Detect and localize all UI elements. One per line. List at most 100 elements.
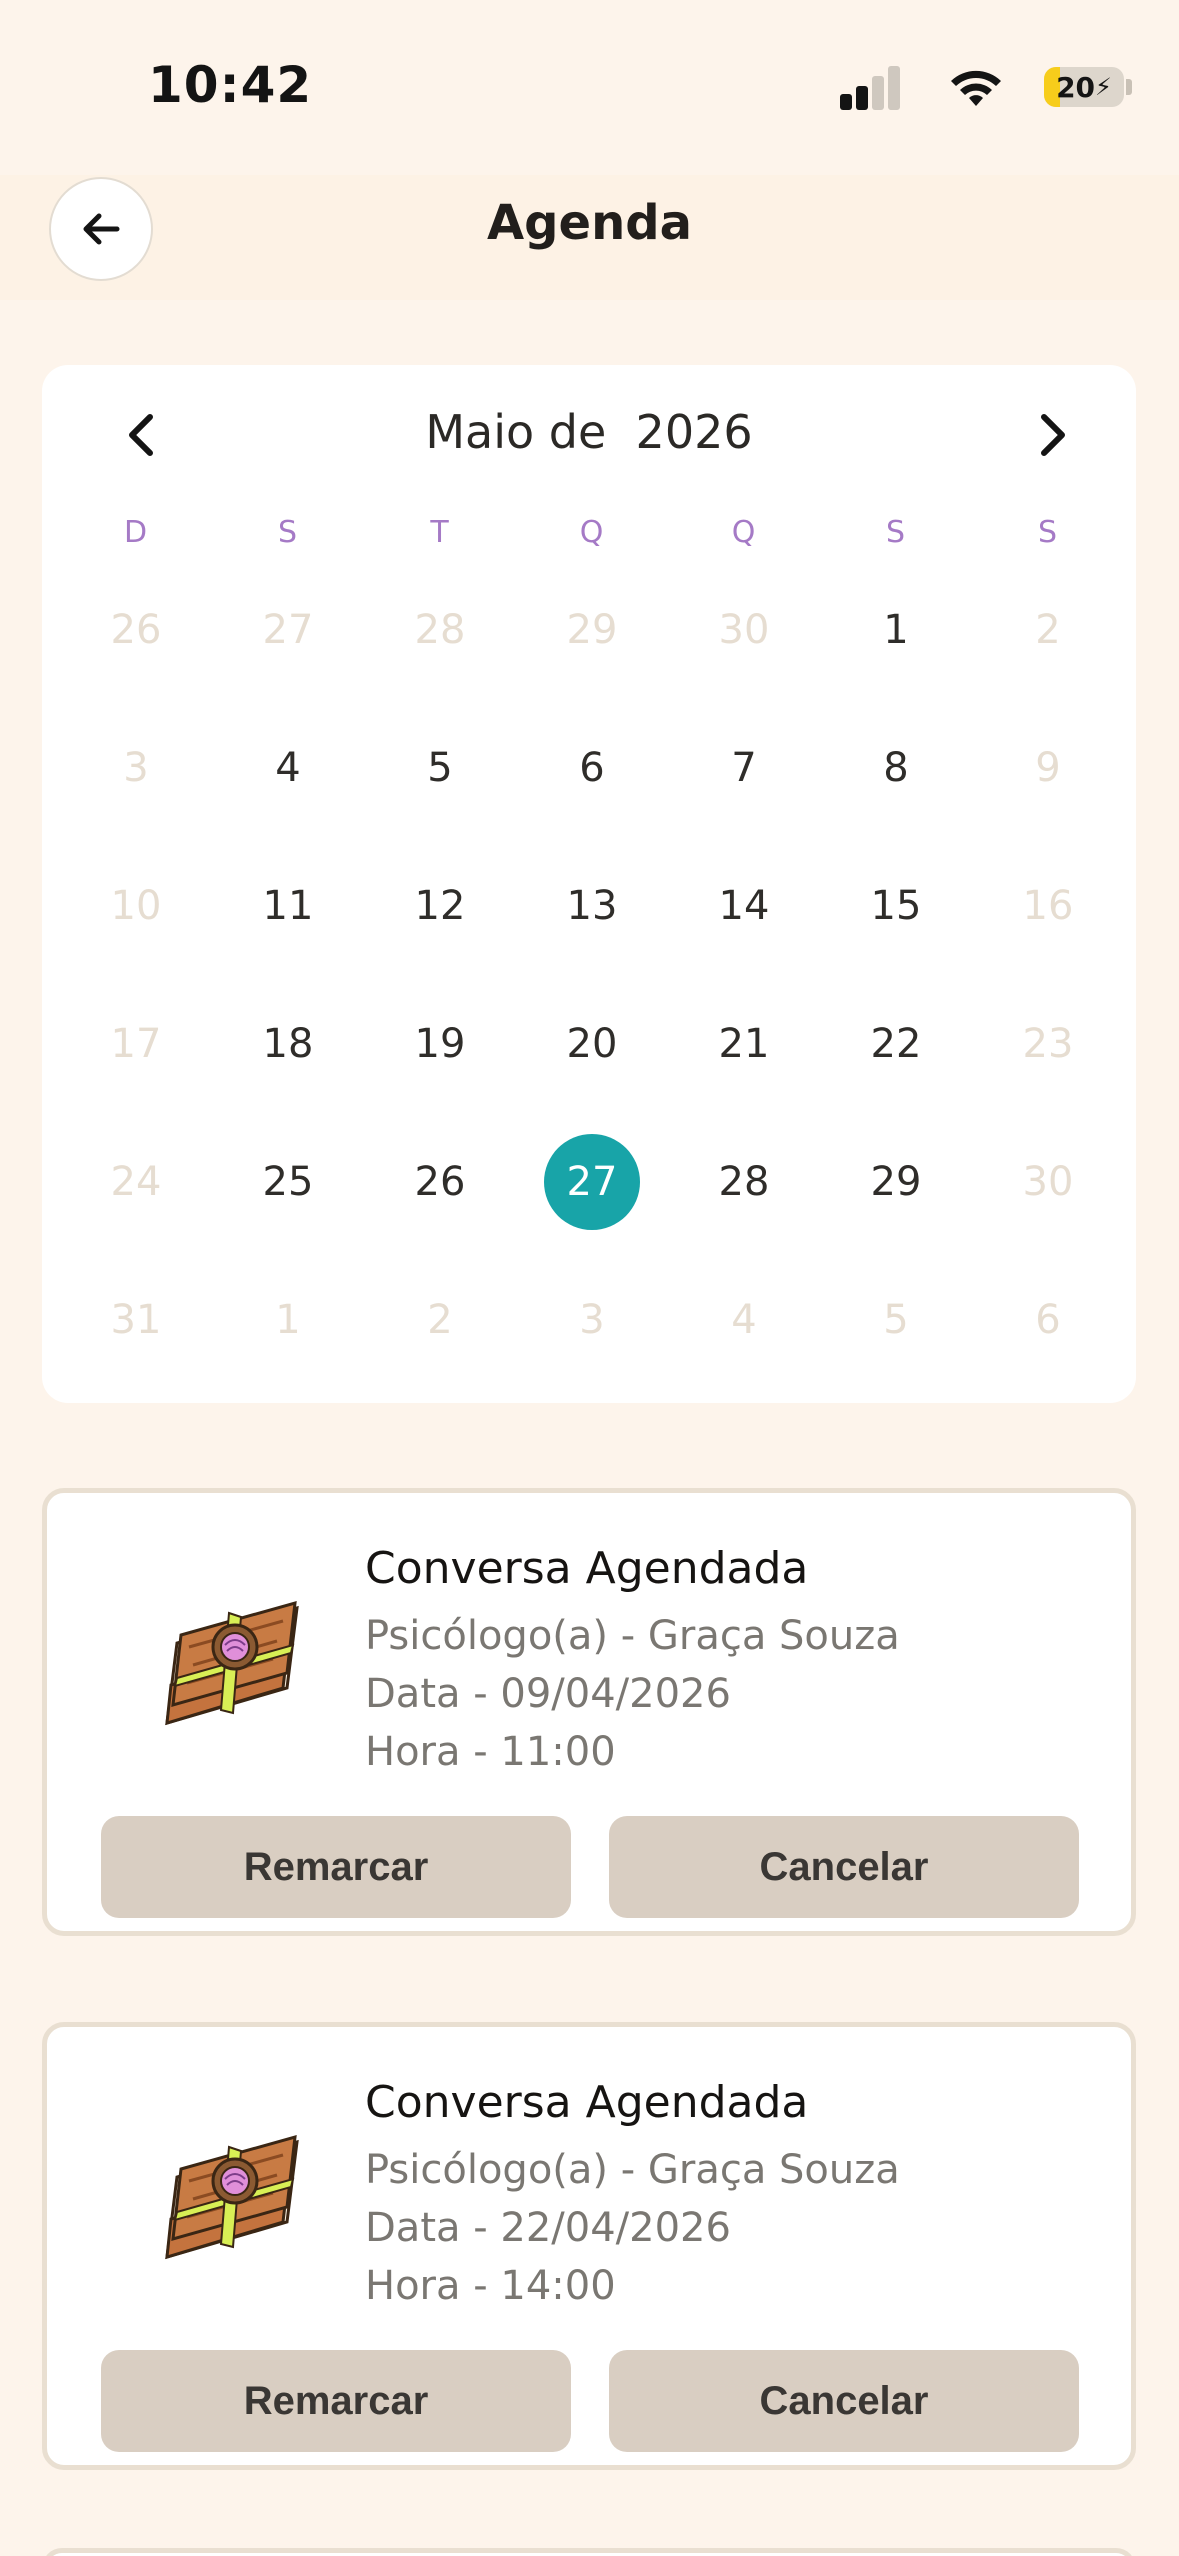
calendar-day-label: 23 — [1022, 1021, 1074, 1067]
calendar-day-label: 5 — [427, 745, 453, 791]
calendar-day: 1 — [212, 1251, 364, 1389]
calendar-day: 17 — [60, 975, 212, 1113]
calendar-day: 29 — [516, 561, 668, 699]
calendar-days-grid: 26 27 28 29 30 1 2 3 4 5 6 7 8 9 10 11 12 13 14 15 16 17 18 19 2… — [60, 561, 1124, 1389]
calendar-day-label: 14 — [718, 883, 770, 929]
calendar-day: 31 — [60, 1251, 212, 1389]
calendar-day[interactable]: 14 — [668, 837, 820, 975]
calendar-day-label: 26 — [110, 607, 162, 653]
calendar-day: 26 — [60, 561, 212, 699]
header: Agenda — [0, 175, 1179, 300]
calendar-day: 30 — [668, 561, 820, 699]
calendar-day-label: 10 — [110, 883, 162, 929]
calendar-day-label: 13 — [566, 883, 618, 929]
weekday-label: S — [885, 515, 907, 550]
calendar-day[interactable]: 7 — [668, 699, 820, 837]
calendar-day[interactable]: 6 — [516, 699, 668, 837]
calendar-day-label: 30 — [718, 607, 770, 653]
appointment-date: Data - 09/04/2026 — [365, 1671, 731, 1717]
calendar-day[interactable]: 19 — [364, 975, 516, 1113]
calendar-day-label: 27 — [544, 1134, 640, 1230]
calendar-day-label: 17 — [110, 1021, 162, 1067]
book-brain-icon — [165, 1600, 299, 1726]
calendar-day: 28 — [364, 561, 516, 699]
calendar-day-label: 1 — [883, 607, 909, 653]
calendar-day: 27 — [212, 561, 364, 699]
calendar-day-label: 20 — [566, 1021, 618, 1067]
calendar-day-label: 8 — [883, 745, 909, 791]
calendar-day-label: 16 — [1022, 883, 1074, 929]
calendar-day-label: 29 — [870, 1159, 922, 1205]
calendar-day[interactable]: 25 — [212, 1113, 364, 1251]
cancel-button[interactable]: Cancelar — [609, 1816, 1079, 1918]
appointment-time: Hora - 14:00 — [365, 2263, 616, 2309]
calendar-day: 5 — [820, 1251, 972, 1389]
appointment-time: Hora - 11:00 — [365, 1729, 616, 1775]
calendar-day[interactable]: 15 — [820, 837, 972, 975]
appointment-professional: Psicólogo(a) - Graça Souza — [365, 1613, 900, 1659]
calendar-day-label: 7 — [731, 745, 757, 791]
calendar-day[interactable]: 5 — [364, 699, 516, 837]
calendar-day-label: 3 — [579, 1297, 605, 1343]
calendar-day-label: 2 — [1035, 607, 1061, 653]
calendar-day: 24 — [60, 1113, 212, 1251]
calendar-day-label: 30 — [1022, 1159, 1074, 1205]
appointment-title: Conversa Agendada — [365, 2077, 809, 2128]
calendar-day-label: 31 — [110, 1297, 162, 1343]
calendar-day-label: 28 — [414, 607, 466, 653]
calendar-day-label: 4 — [275, 745, 301, 791]
calendar-day: 3 — [516, 1251, 668, 1389]
appointment-card-partial — [42, 2548, 1136, 2556]
calendar-day[interactable]: 29 — [820, 1113, 972, 1251]
calendar-day-label: 4 — [731, 1297, 757, 1343]
status-time: 10:42 — [148, 56, 313, 114]
calendar-day: 2 — [972, 561, 1124, 699]
calendar-day: 16 — [972, 837, 1124, 975]
next-month-button[interactable] — [1022, 405, 1082, 465]
calendar-day[interactable]: 20 — [516, 975, 668, 1113]
calendar-day-label: 1 — [275, 1297, 301, 1343]
battery-level: 20 — [1056, 70, 1096, 104]
calendar-day: 3 — [60, 699, 212, 837]
appointment-date: Data - 22/04/2026 — [365, 2205, 731, 2251]
status-icons: 20 ⚡ — [840, 62, 1132, 112]
calendar-day[interactable]: 26 — [364, 1113, 516, 1251]
calendar-day[interactable]: 18 — [212, 975, 364, 1113]
calendar-month: Maio de — [425, 405, 607, 459]
calendar-day[interactable]: 12 — [364, 837, 516, 975]
page-title: Agenda — [487, 195, 692, 251]
appointment-card: Conversa Agendada Psicólogo(a) - Graça S… — [42, 2022, 1136, 2470]
book-brain-icon — [165, 2134, 299, 2260]
calendar-day[interactable]: 1 — [820, 561, 972, 699]
calendar-day-label: 15 — [870, 883, 922, 929]
calendar-day[interactable]: 13 — [516, 837, 668, 975]
calendar-day: 23 — [972, 975, 1124, 1113]
weekday-header: DSTQQSS — [60, 515, 1124, 550]
reschedule-button[interactable]: Remarcar — [101, 1816, 571, 1918]
weekday-label: S — [1037, 515, 1059, 550]
calendar-day[interactable]: 21 — [668, 975, 820, 1113]
calendar-day[interactable]: 8 — [820, 699, 972, 837]
calendar-day-label: 2 — [427, 1297, 453, 1343]
calendar-day[interactable]: 4 — [212, 699, 364, 837]
calendar-day: 30 — [972, 1113, 1124, 1251]
appointment-professional: Psicólogo(a) - Graça Souza — [365, 2147, 900, 2193]
calendar-day: 10 — [60, 837, 212, 975]
calendar-day[interactable]: 28 — [668, 1113, 820, 1251]
calendar-day-label: 28 — [718, 1159, 770, 1205]
chevron-right-icon — [1041, 414, 1065, 456]
cancel-button[interactable]: Cancelar — [609, 2350, 1079, 2452]
calendar-day-label: 26 — [414, 1159, 466, 1205]
reschedule-button[interactable]: Remarcar — [101, 2350, 571, 2452]
calendar-day[interactable]: 11 — [212, 837, 364, 975]
calendar-day: 4 — [668, 1251, 820, 1389]
calendar-day[interactable]: 22 — [820, 975, 972, 1113]
weekday-label: Q — [579, 515, 605, 550]
calendar-day-label: 5 — [883, 1297, 909, 1343]
weekday-label: S — [277, 515, 299, 550]
calendar: Maio de 2026 DSTQQSS 26 27 28 29 30 1 2 3 4 5 6 7 8 9… — [42, 365, 1136, 1403]
calendar-day-label: 12 — [414, 883, 466, 929]
calendar-day-label: 11 — [262, 883, 314, 929]
calendar-day-selected[interactable]: 27 — [516, 1113, 668, 1251]
calendar-day-label: 18 — [262, 1021, 314, 1067]
